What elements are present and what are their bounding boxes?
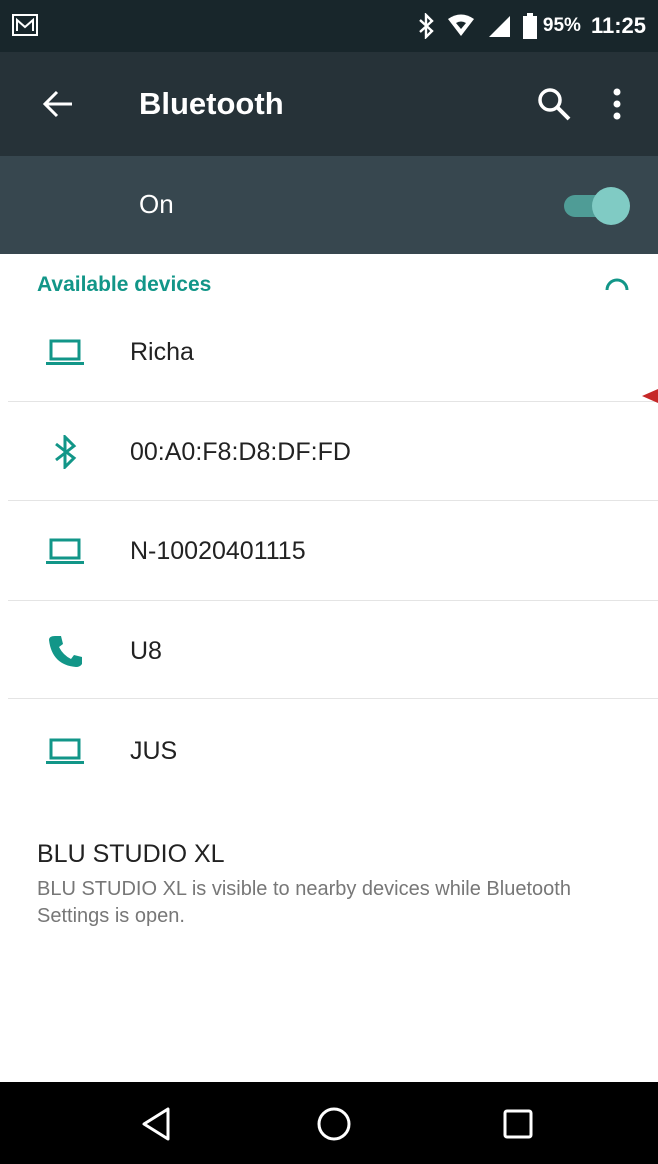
app-bar: Bluetooth — [0, 52, 658, 156]
device-visibility-title: BLU STUDIO XL — [37, 840, 225, 868]
device-name: JUS — [130, 737, 178, 765]
device-row-richa[interactable]: Richa — [0, 302, 658, 401]
switch-label: On — [139, 189, 174, 219]
more-vert-icon[interactable] — [604, 86, 630, 122]
nav-recents-icon[interactable] — [498, 1104, 538, 1144]
bluetooth-toggle[interactable] — [560, 186, 630, 226]
bluetooth-icon — [419, 13, 434, 39]
gmail-icon — [12, 14, 38, 36]
nav-home-icon[interactable] — [314, 1104, 354, 1144]
status-bar: 95% 11:25 — [0, 0, 658, 52]
device-name: Richa — [130, 338, 194, 366]
back-arrow-icon[interactable] — [40, 86, 76, 122]
scanning-spinner-icon — [605, 278, 629, 291]
page-title: Bluetooth — [139, 86, 284, 121]
phone-icon — [49, 636, 82, 667]
battery-level: 95% — [542, 15, 581, 36]
laptop-icon — [46, 339, 84, 365]
pointer-marker-icon — [642, 389, 658, 403]
bluetooth-switch-bar[interactable]: On — [0, 156, 658, 254]
device-row-n-10020401115[interactable]: N-10020401115 — [0, 501, 658, 600]
available-devices-header: Available devices — [37, 273, 212, 296]
device-row-u8[interactable]: U8 — [0, 601, 658, 700]
toggle-thumb — [592, 187, 630, 225]
nav-back-icon[interactable] — [138, 1104, 178, 1144]
laptop-icon — [46, 538, 84, 564]
signal-icon — [488, 16, 510, 37]
device-name: 00:A0:F8:D8:DF:FD — [130, 438, 351, 466]
device-name: U8 — [130, 637, 162, 665]
system-nav-bar — [0, 1082, 658, 1164]
status-icons: 95% 11:25 — [405, 0, 646, 52]
laptop-icon — [46, 738, 84, 764]
device-visibility-description: BLU STUDIO XL is visible to nearby devic… — [37, 878, 571, 927]
bluetooth-icon — [55, 435, 77, 469]
divider — [8, 698, 658, 699]
device-name: N-10020401115 — [130, 537, 306, 565]
device-row-mac-address[interactable]: 00:A0:F8:D8:DF:FD — [0, 402, 658, 501]
search-icon[interactable] — [536, 86, 572, 122]
clock: 11:25 — [590, 13, 646, 38]
battery-icon — [522, 13, 537, 39]
device-row-jus[interactable]: JUS — [0, 701, 658, 800]
wifi-icon — [447, 14, 474, 36]
